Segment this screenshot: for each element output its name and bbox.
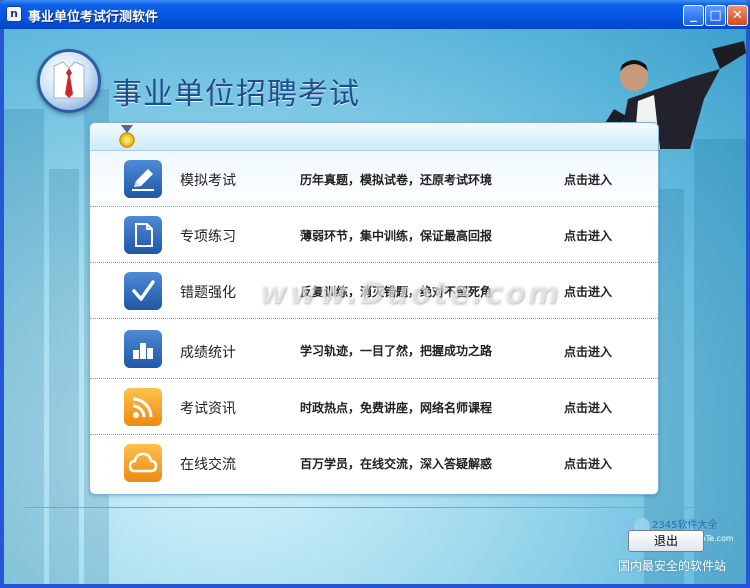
watermark-text: www.Duote.com [259,276,561,311]
cloud-icon [124,444,162,482]
menu-item-title: 专项练习 [180,229,236,245]
exit-button[interactable]: 退出 [628,530,704,552]
menu-item-title: 模拟考试 [180,173,236,189]
menu-item-title: 在线交流 [180,457,236,473]
title-bar[interactable]: n 事业单位考试行测软件 _ □ ✕ [0,0,750,29]
enter-link[interactable]: 点击进入 [564,455,612,472]
close-button[interactable]: ✕ [727,5,748,26]
rss-icon [124,388,162,426]
enter-link[interactable]: 点击进入 [564,171,612,188]
enter-link[interactable]: 点击进入 [564,343,612,360]
minimize-button[interactable]: _ [683,5,704,26]
menu-item-description: 时政热点，免费讲座，网络名师课程 [300,401,493,415]
panel-header [90,123,658,151]
bar-chart-icon [124,330,162,368]
menu-item-title: 考试资讯 [180,401,236,417]
footer-divider [24,507,726,508]
document-icon [124,216,162,254]
site-slogan: 国内最安全的软件站 [618,559,727,573]
menu-item-description: 历年真题，模拟试卷，还原考试环境 [300,173,493,187]
maximize-button[interactable]: □ [705,5,726,26]
window-title: 事业单位考试行测软件 [28,10,159,25]
menu-item-description: 百万学员，在线交流，深入答疑解惑 [300,457,493,471]
enter-link[interactable]: 点击进入 [564,227,612,244]
app-icon[interactable]: n [6,6,22,22]
app-logo [37,49,101,113]
enter-link[interactable]: 点击进入 [564,283,612,300]
pencil-icon [124,160,162,198]
checkmark-icon [124,272,162,310]
menu-item-description: 薄弱环节，集中训练，保证最高回报 [300,229,493,243]
menu-item-title: 错题强化 [180,285,236,301]
menu-item-online-chat[interactable]: 在线交流 百万学员，在线交流，深入答疑解惑 点击进入 [90,435,658,491]
app-heading: 事业单位招聘考试 [112,77,360,112]
menu-item-score-stats[interactable]: 成绩统计 学习轨迹，一目了然，把握成功之路 点击进入 [90,319,658,379]
enter-link[interactable]: 点击进入 [564,399,612,416]
menu-item-title: 成绩统计 [180,345,236,361]
menu-item-exam-news[interactable]: 考试资讯 时政热点，免费讲座，网络名师课程 点击进入 [90,379,658,435]
menu-item-description: 学习轨迹，一目了然，把握成功之路 [300,344,493,358]
menu-item-special-practice[interactable]: 专项练习 薄弱环节，集中训练，保证最高回报 点击进入 [90,207,658,263]
medal-icon [119,125,135,148]
app-window: n 事业单位考试行测软件 _ □ ✕ 事业单位招聘考试 模拟考试 历年真题，模拟… [0,0,750,588]
menu-item-mock-exam[interactable]: 模拟考试 历年真题，模拟试卷，还原考试环境 点击进入 [90,151,658,207]
main-content: 事业单位招聘考试 模拟考试 历年真题，模拟试卷，还原考试环境 点击进入 专项练习… [4,29,746,584]
shirt-tie-icon [53,61,85,99]
